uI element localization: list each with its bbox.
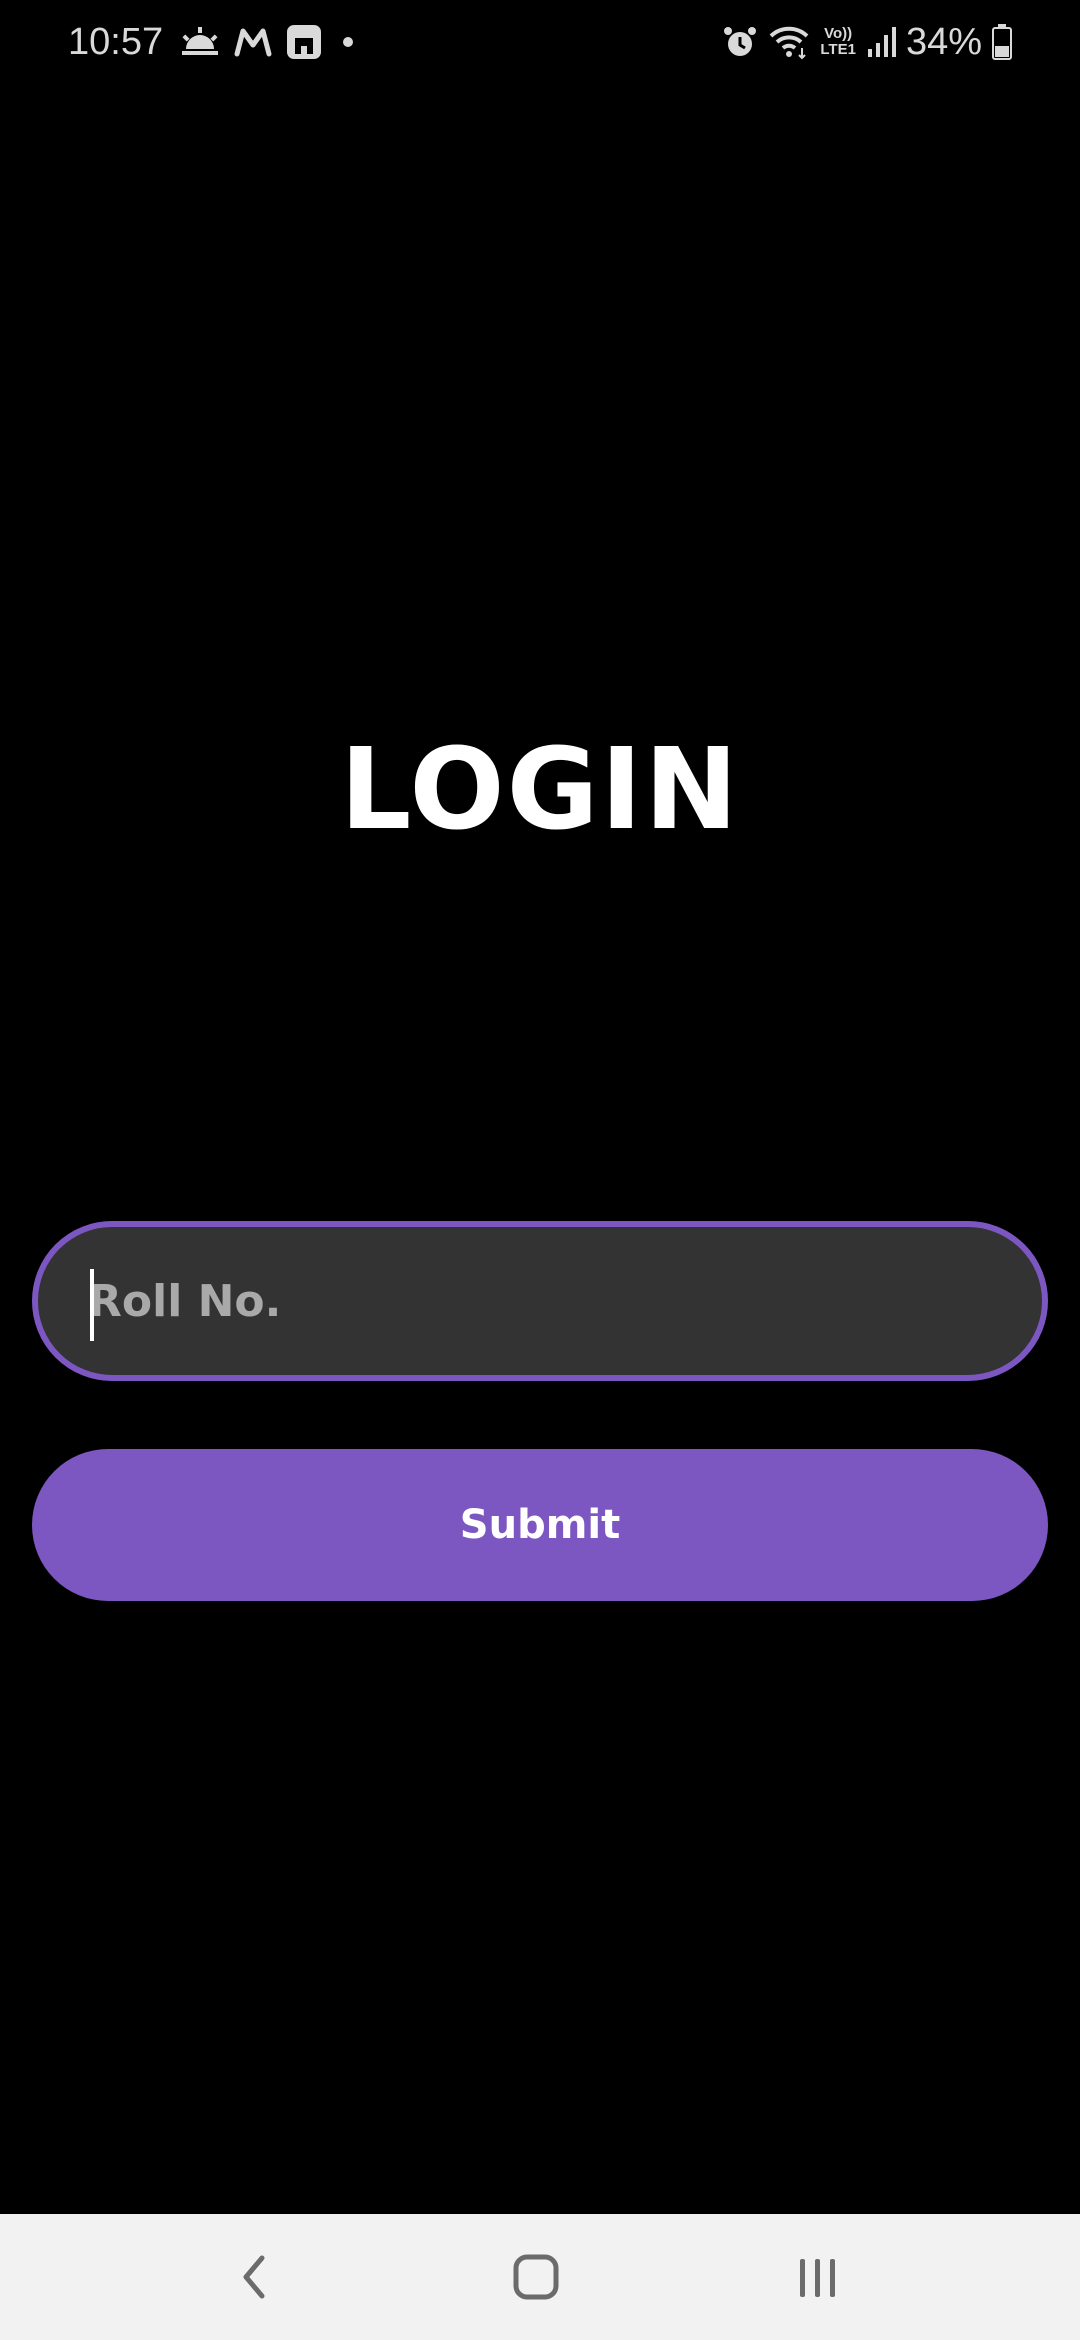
status-left-icons — [180, 20, 360, 64]
lte-label: LTE1 — [820, 41, 856, 58]
wifi-icon — [768, 24, 810, 60]
navigation-bar — [0, 2214, 1080, 2340]
roll-number-field[interactable] — [32, 1221, 1048, 1381]
recents-button[interactable] — [738, 2214, 898, 2340]
status-right-icons: Vo)) LTE1 34% — [722, 18, 1012, 66]
message-app-icon — [286, 24, 322, 60]
battery-icon — [992, 24, 1012, 60]
alarm-icon — [722, 24, 758, 60]
back-icon — [234, 2252, 274, 2302]
volte-label: Vo)) — [824, 25, 853, 42]
submit-button[interactable]: Submit — [32, 1449, 1048, 1601]
back-button[interactable] — [174, 2214, 334, 2340]
status-time: 10:57 — [68, 21, 164, 63]
dot-icon — [336, 30, 360, 54]
text-cursor — [90, 1269, 94, 1341]
recents-icon — [793, 2252, 843, 2302]
weather-sunrise-icon — [180, 25, 220, 59]
volte-lte-icon: Vo)) LTE1 — [820, 26, 856, 58]
status-bar: 10:57 Vo)) LTE1 34% — [0, 0, 1080, 84]
signal-icon — [866, 25, 896, 59]
battery-percent: 34% — [905, 21, 982, 63]
home-button[interactable] — [456, 2214, 616, 2340]
page-title: LOGIN — [340, 725, 740, 855]
roll-number-input[interactable] — [88, 1227, 988, 1375]
m-app-icon — [234, 27, 272, 57]
home-icon — [511, 2252, 561, 2302]
login-screen: 10:57 Vo)) LTE1 34% LOGIN Roll No. Submi… — [0, 0, 1080, 2340]
